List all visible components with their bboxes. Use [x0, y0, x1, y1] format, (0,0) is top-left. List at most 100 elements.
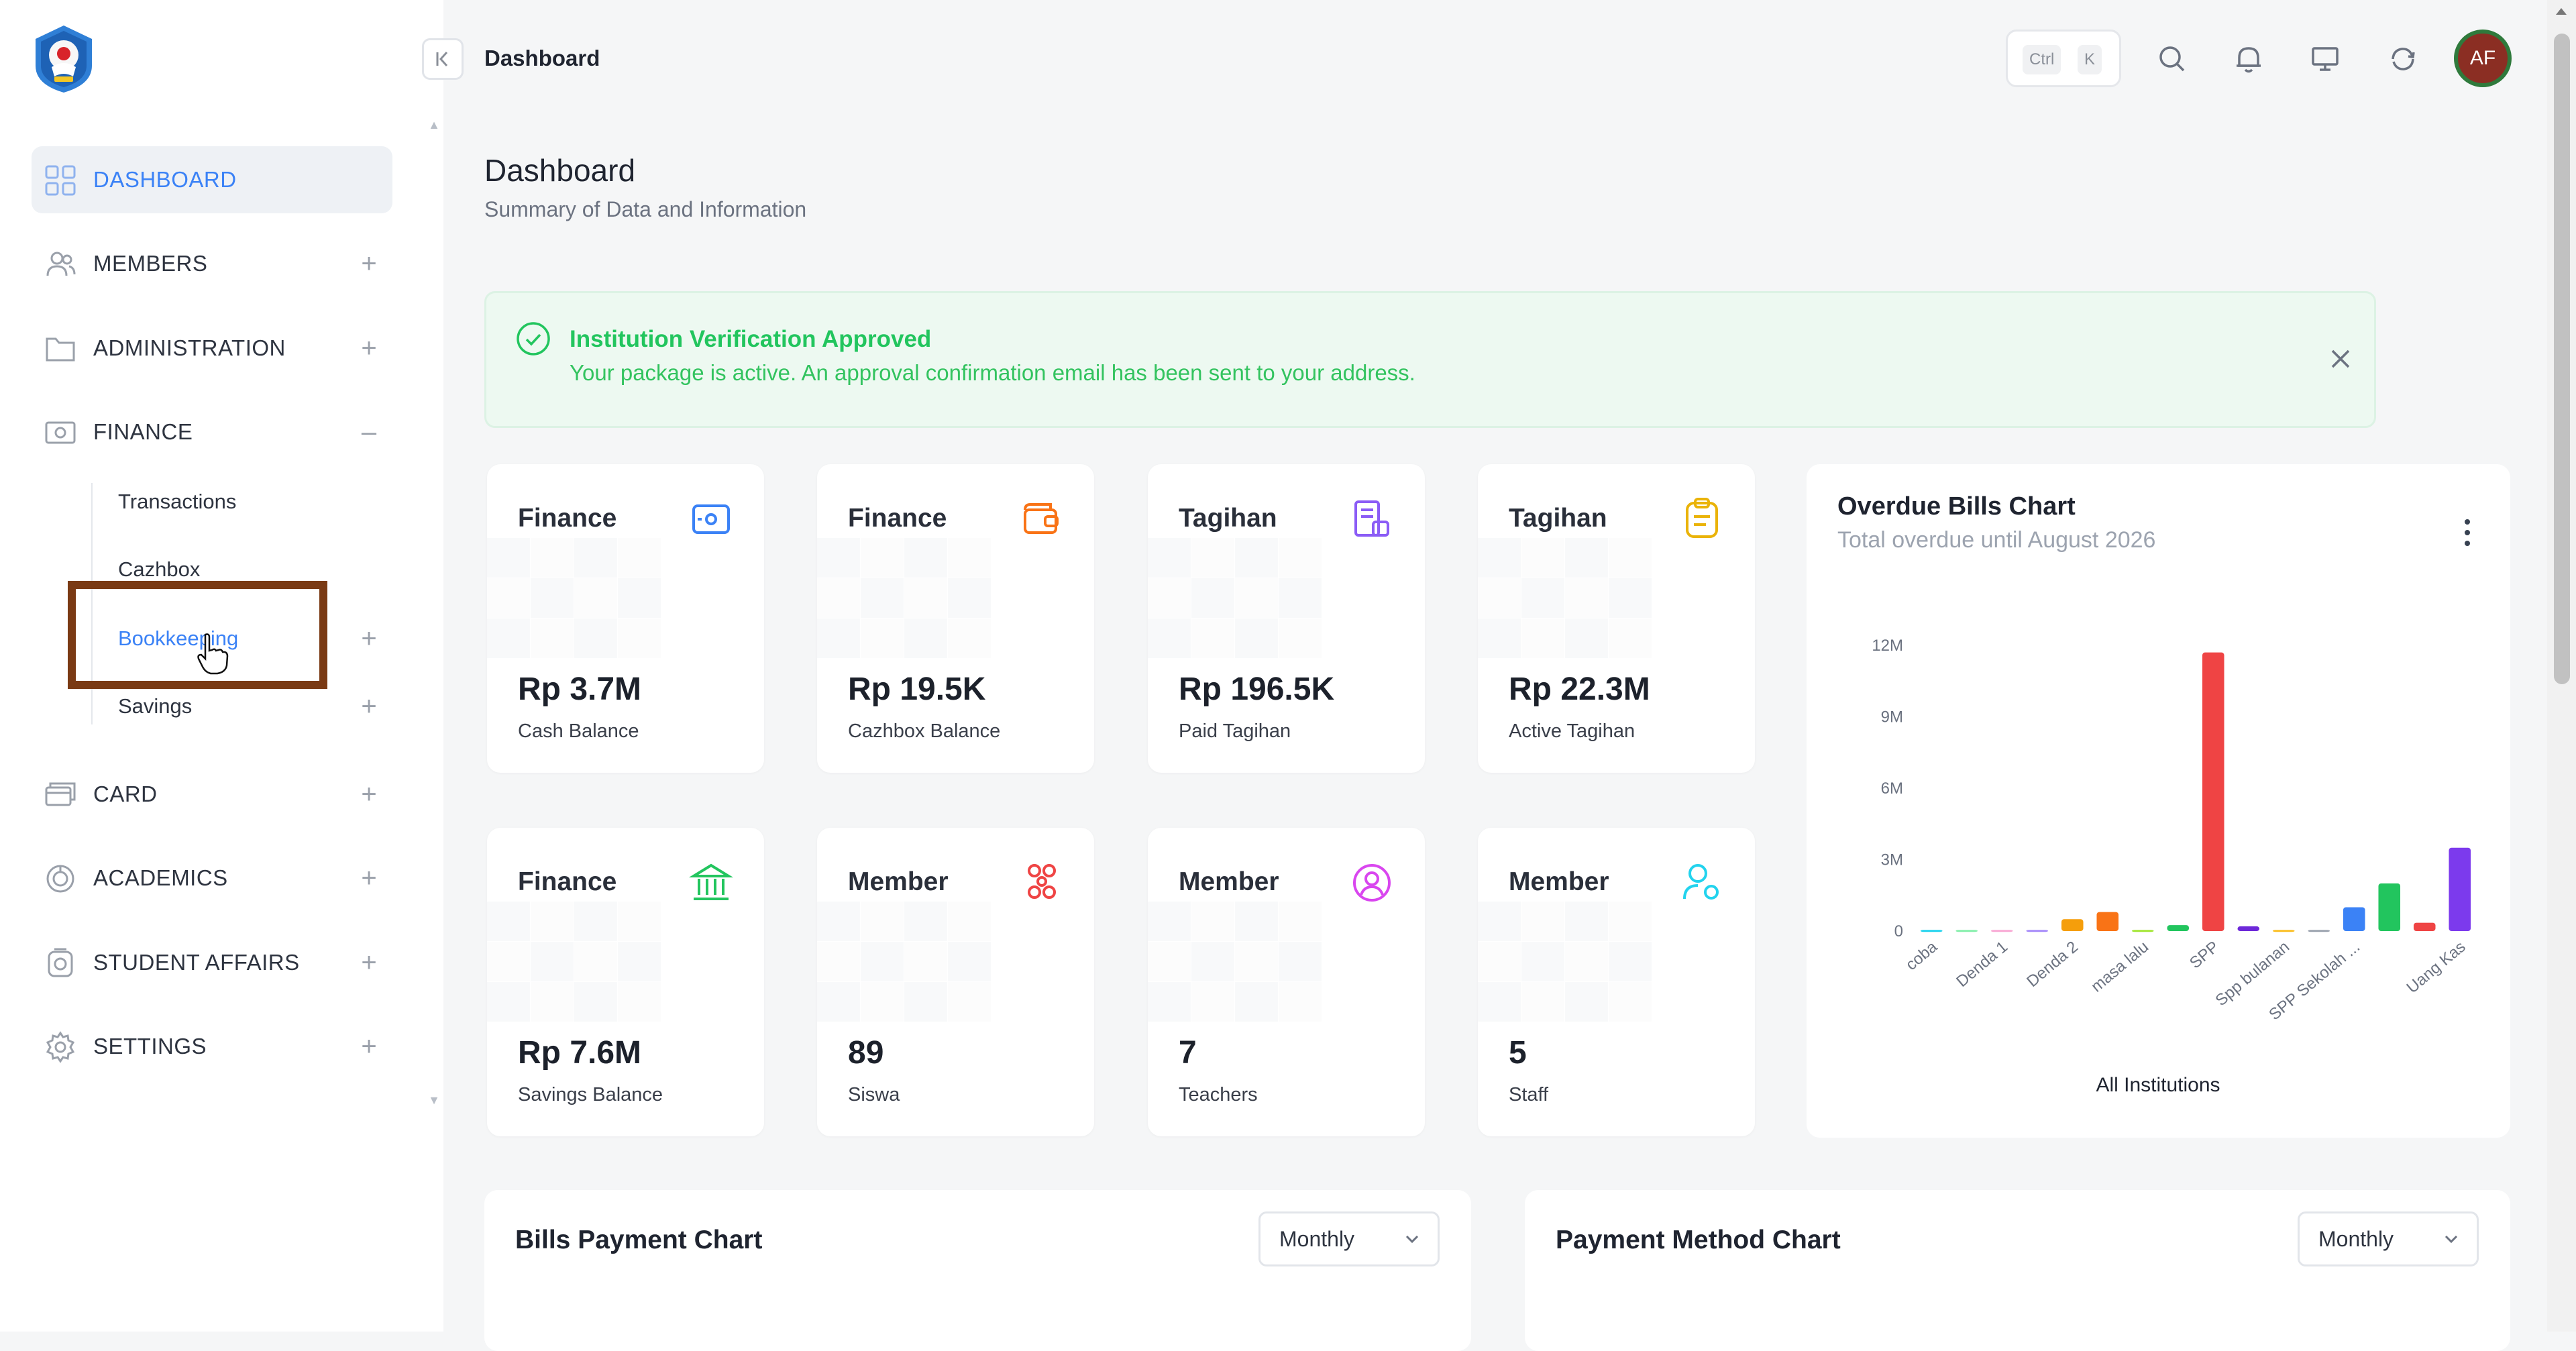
money-icon [45, 421, 76, 444]
card-value: Rp 7.6M [518, 1035, 642, 1071]
stat-card[interactable]: Member 7 Teachers [1148, 828, 1425, 1136]
bell-icon[interactable] [2229, 39, 2269, 79]
bookkeeping-expand-icon[interactable]: + [349, 618, 389, 659]
card-value: Rp 19.5K [848, 671, 986, 707]
x-tick-label: Denda 1 [1953, 938, 2011, 991]
sidebar-item-dashboard[interactable]: DASHBOARD [32, 146, 392, 213]
savings-expand-icon[interactable]: + [349, 686, 389, 726]
chart-bar[interactable] [2061, 919, 2084, 931]
sidebar-subitem-savings[interactable]: Savings [118, 686, 192, 726]
stat-card[interactable]: Member 89 Siswa [817, 828, 1094, 1136]
sidebar-item-academics[interactable]: ACADEMICS [32, 845, 392, 912]
card-background-pattern [1148, 538, 1322, 658]
avatar[interactable]: AF [2454, 30, 2512, 87]
card-value: 5 [1509, 1035, 1527, 1071]
stat-card[interactable]: Tagihan Rp 196.5K Paid Tagihan [1148, 464, 1425, 773]
settings-expand-icon[interactable]: + [349, 1026, 389, 1067]
command-search-shortcut[interactable]: Ctrl K [2006, 30, 2121, 87]
collapse-sidebar-button[interactable] [422, 38, 464, 80]
user-circle-icon [1353, 864, 1391, 902]
members-expand-icon[interactable]: + [349, 244, 389, 284]
x-tick-label: masa lalu [2088, 938, 2152, 996]
card-label: Siswa [848, 1084, 900, 1105]
card-background-pattern [817, 538, 991, 658]
page-scrollbar[interactable] [2547, 0, 2576, 1332]
chart-title: Bills Payment Chart [515, 1226, 763, 1254]
card-label: Cazhbox Balance [848, 720, 1001, 742]
chart-bar[interactable] [2096, 912, 2119, 931]
card-expand-icon[interactable]: + [349, 774, 389, 814]
card-label: Savings Balance [518, 1084, 663, 1105]
sidebar-item-student-affairs[interactable]: STUDENT AFFAIRS [32, 929, 392, 996]
administration-expand-icon[interactable]: + [349, 328, 389, 368]
grid-icon [45, 165, 76, 196]
clipboard-icon [1686, 498, 1718, 538]
chart-bar[interactable] [1920, 930, 1943, 932]
period-select[interactable]: Monthly [2298, 1211, 2479, 1266]
period-select[interactable]: Monthly [1258, 1211, 1440, 1266]
card-title: Member [848, 867, 949, 896]
chart-bar[interactable] [2167, 925, 2190, 931]
chart-bar[interactable] [2308, 930, 2330, 932]
sidebar-item-card[interactable]: CARD [32, 761, 392, 828]
breadcrumb-title: Dashboard [484, 46, 600, 70]
scroll-up-icon[interactable] [2554, 4, 2569, 19]
overdue-bar-chart: 0 3M 6M 9M 12M coba Denda 1 Denda 2 masa lalu SPP… [1872, 637, 2471, 1096]
stat-card[interactable]: Finance Rp 19.5K Cazhbox Balance [817, 464, 1094, 773]
sidebar-scroll-up-icon[interactable]: ▲ [427, 118, 441, 131]
card-title: Tagihan [1179, 504, 1277, 533]
bill-icon [1354, 500, 1389, 537]
user-settings-icon [1683, 864, 1719, 900]
sidebar: ▲ DASHBOARD MEMBERS + ADMINISTRATION + F… [0, 0, 443, 1332]
topbar: Dashboard Ctrl K AF [0, 0, 2547, 114]
stat-card[interactable]: Finance Rp 7.6M Savings Balance [487, 828, 764, 1136]
search-icon[interactable] [2152, 39, 2192, 79]
chart-bar[interactable] [2202, 652, 2224, 931]
student-affairs-expand-icon[interactable]: + [349, 942, 389, 983]
stat-card[interactable]: Finance Rp 3.7M Cash Balance [487, 464, 764, 773]
sidebar-subitem-transactions[interactable]: Transactions [118, 482, 236, 522]
chart-bar[interactable] [2413, 922, 2436, 931]
chart-bar[interactable] [2272, 930, 2295, 932]
chart-bar[interactable] [2378, 883, 2401, 931]
card-background-pattern [487, 538, 661, 658]
card-title: Member [1509, 867, 1609, 896]
sidebar-item-settings[interactable]: SETTINGS [32, 1013, 392, 1080]
chart-bar[interactable] [2026, 930, 2049, 932]
folder-icon [46, 337, 75, 362]
chart-bar[interactable] [2343, 907, 2365, 932]
sidebar-scroll-down-icon[interactable]: ▼ [427, 1093, 441, 1107]
card-label: Active Tagihan [1509, 720, 1635, 742]
stat-card[interactable]: Tagihan Rp 22.3M Active Tagihan [1478, 464, 1755, 773]
card-value: Rp 3.7M [518, 671, 642, 707]
sidebar-item-members[interactable]: MEMBERS [32, 230, 392, 297]
sidebar-item-administration[interactable]: ADMINISTRATION [32, 315, 392, 382]
refresh-icon[interactable] [2383, 39, 2423, 79]
card-label: Teachers [1179, 1084, 1258, 1105]
close-icon[interactable] [2322, 340, 2359, 378]
chart-bar[interactable] [2131, 930, 2154, 932]
select-value: Monthly [1279, 1227, 1355, 1251]
chart-bar[interactable] [2449, 847, 2471, 931]
stat-card[interactable]: Member 5 Staff [1478, 828, 1755, 1136]
select-value: Monthly [2318, 1227, 2394, 1251]
chart-bar[interactable] [1990, 930, 2013, 932]
group-icon [1028, 864, 1056, 899]
monitor-icon[interactable] [2305, 39, 2345, 79]
sidebar-item-finance[interactable]: FINANCE [32, 398, 392, 466]
card-title: Finance [848, 504, 947, 533]
chart-bar[interactable] [2237, 926, 2260, 931]
card-value: 7 [1179, 1035, 1197, 1071]
sidebar-item-label: DASHBOARD [93, 167, 237, 192]
scrollbar-thumb[interactable] [2554, 34, 2570, 684]
gear-icon [46, 1031, 75, 1063]
finance-collapse-icon[interactable]: – [349, 412, 389, 452]
verification-alert: Institution Verification Approved Your p… [484, 291, 2376, 428]
sidebar-item-label: MEMBERS [93, 251, 208, 276]
academics-expand-icon[interactable]: + [349, 858, 389, 898]
sidebar-item-label: STUDENT AFFAIRS [93, 950, 300, 975]
chart-bar[interactable] [1955, 930, 1978, 932]
bills-payment-chart-card: Bills Payment Chart Monthly [484, 1190, 1471, 1351]
chart-title: Payment Method Chart [1556, 1226, 1841, 1254]
chevron-down-icon [1405, 1235, 1419, 1244]
